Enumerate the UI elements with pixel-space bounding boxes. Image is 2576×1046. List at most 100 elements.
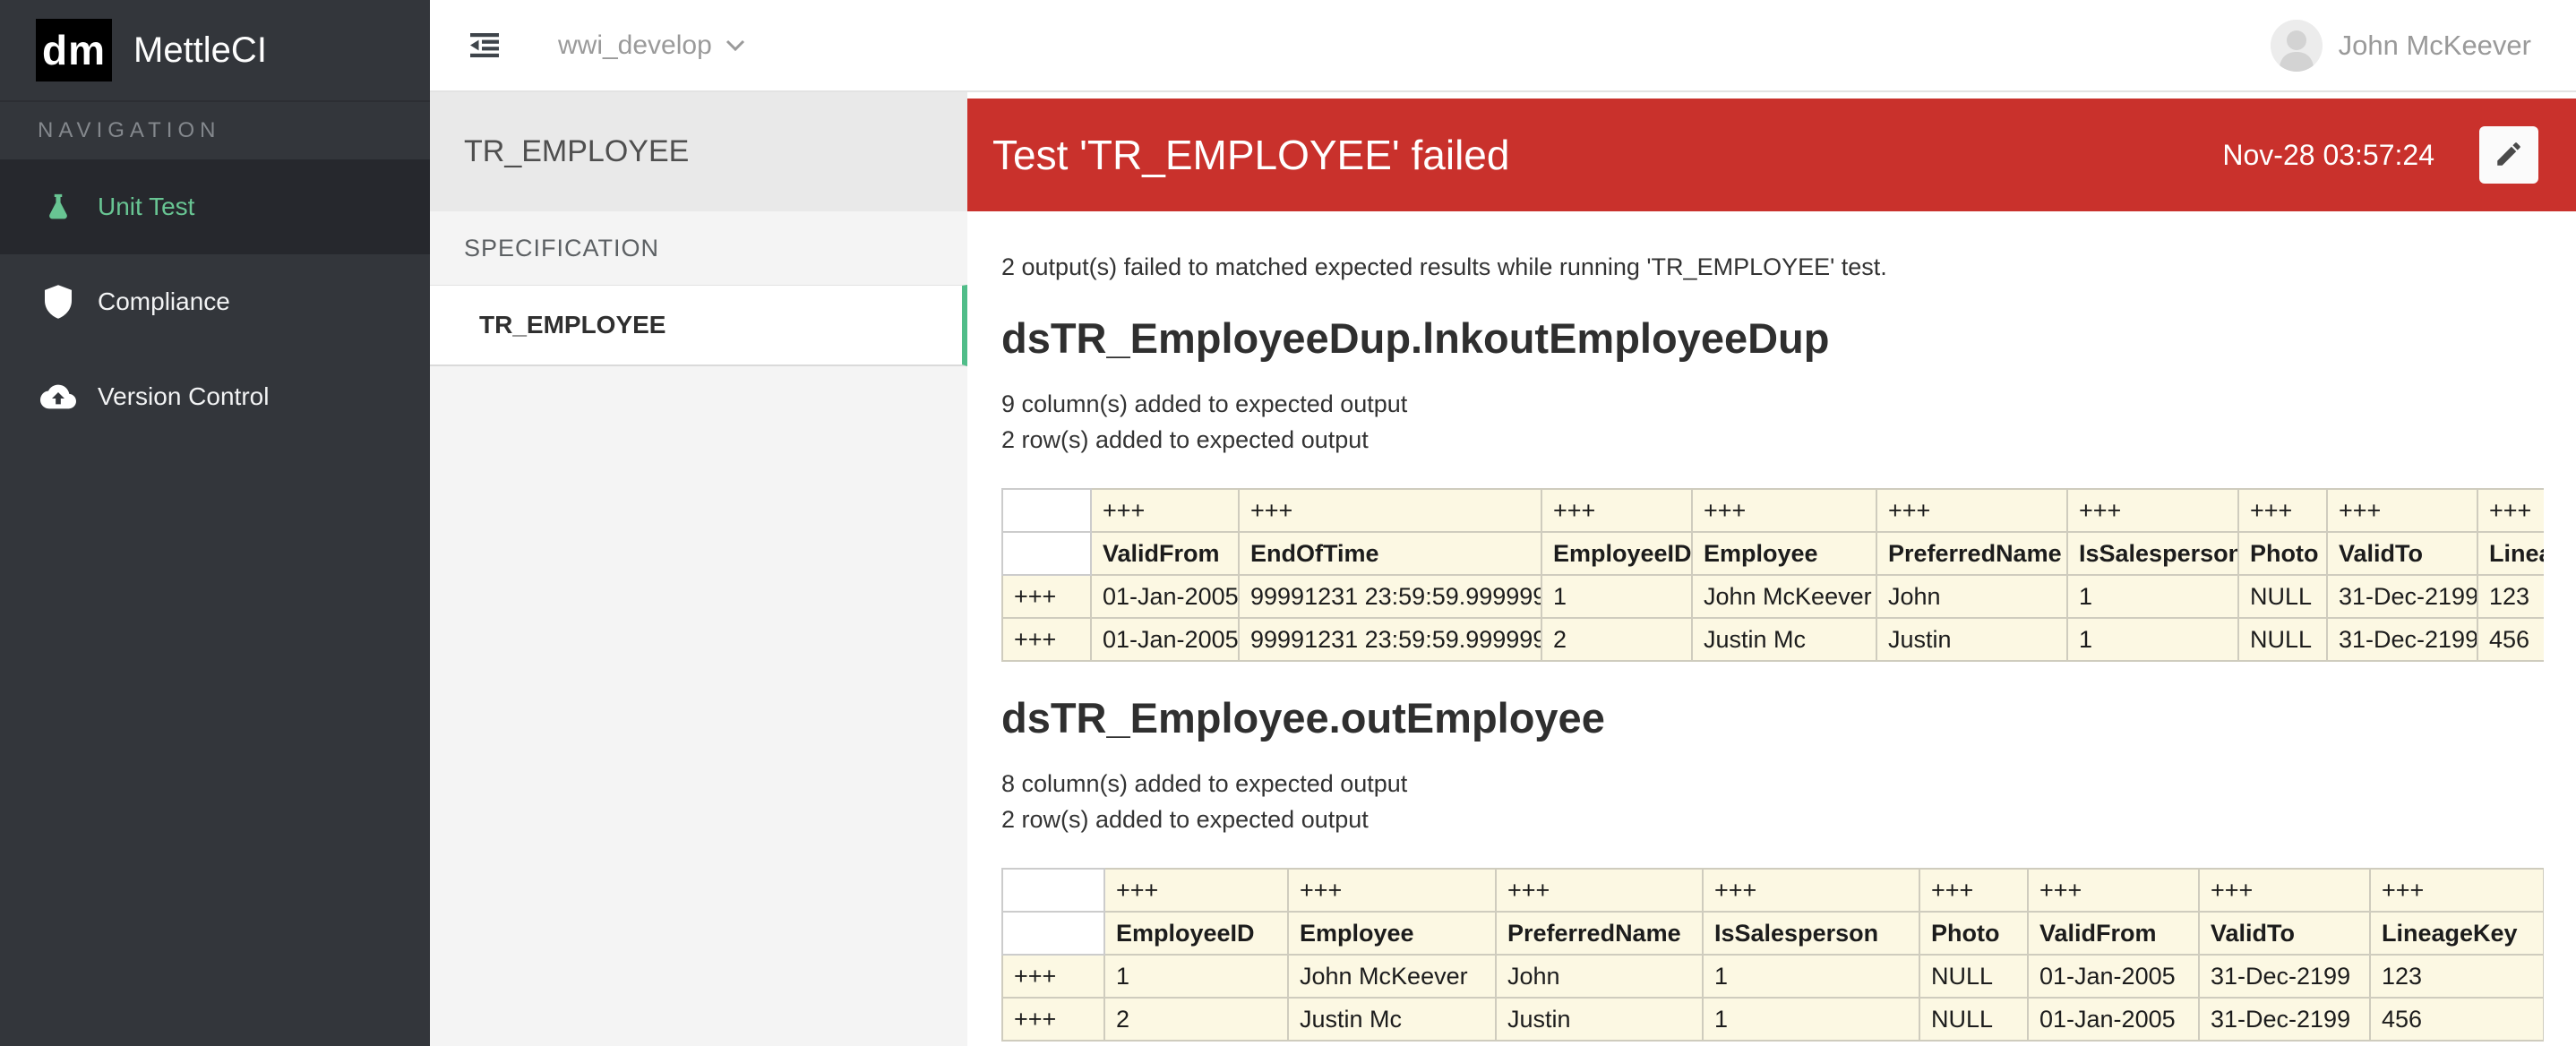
table-cell: 1: [1703, 998, 1919, 1041]
added-column-marker: +++: [1239, 489, 1541, 532]
diff-note: 8 column(s) added to expected output: [1001, 766, 2544, 802]
banner-title: Test 'TR_EMPLOYEE' failed: [992, 131, 2222, 179]
main-content: Test 'TR_EMPLOYEE' failed Nov-28 03:57:2…: [967, 92, 2576, 1046]
table-cell: NULL: [1919, 998, 2028, 1041]
table-corner-cell: [1002, 532, 1091, 575]
table-cell: Justin Mc: [1692, 618, 1876, 661]
table-corner-cell: [1002, 869, 1104, 912]
panel-title: TR_EMPLOYEE: [430, 92, 967, 211]
table-cell: 456: [2370, 998, 2544, 1041]
sidebar: dm MettleCI NAVIGATION Unit Test: [0, 0, 430, 1046]
table-column-header: PreferredName: [1876, 532, 2067, 575]
cloud-upload-icon: [40, 379, 76, 415]
table-cell: 456: [2477, 618, 2544, 661]
spec-item-tr-employee[interactable]: TR_EMPLOYEE: [430, 285, 967, 366]
table-cell: 31-Dec-2199: [2199, 998, 2370, 1041]
table-cell: John McKeever: [1288, 955, 1496, 998]
added-row-marker: +++: [1002, 955, 1104, 998]
topbar: wwi_develop John McKeever: [430, 0, 2576, 92]
sidebar-item-version-control[interactable]: Version Control: [0, 349, 430, 444]
table-cell: 31-Dec-2199: [2327, 575, 2477, 618]
edit-button[interactable]: [2479, 126, 2538, 184]
table-cell: John: [1496, 955, 1703, 998]
table-cell: 1: [1541, 575, 1692, 618]
output-section: dsTR_EmployeeDup.lnkoutEmployeeDup 9 col…: [1001, 314, 2544, 662]
table-cell: NULL: [1919, 955, 2028, 998]
added-column-marker: +++: [2028, 869, 2199, 912]
diff-notes: 8 column(s) added to expected output 2 r…: [1001, 766, 2544, 837]
diff-table: +++++++++++++++++++++++++++ValidFromEndO…: [1001, 488, 2544, 662]
table-cell: 123: [2370, 955, 2544, 998]
table-cell: John: [1876, 575, 2067, 618]
table-cell: 2: [1541, 618, 1692, 661]
table-column-header: PreferredName: [1496, 912, 1703, 955]
added-column-marker: +++: [2370, 869, 2544, 912]
table-cell: NULL: [2238, 575, 2327, 618]
diff-notes: 9 column(s) added to expected output 2 r…: [1001, 386, 2544, 458]
diff-table: ++++++++++++++++++++++++EmployeeIDEmploy…: [1001, 868, 2544, 1042]
diff-table-wrapper: ++++++++++++++++++++++++EmployeeIDEmploy…: [1001, 868, 2544, 1042]
table-cell: NULL: [2238, 618, 2327, 661]
table-cell: 01-Jan-2005: [1091, 618, 1239, 661]
table-column-header: Photo: [1919, 912, 2028, 955]
brand-name: MettleCI: [133, 30, 267, 71]
table-cell: Justin Mc: [1288, 998, 1496, 1041]
table-column-header: ValidFrom: [2028, 912, 2199, 955]
table-column-header: Employee: [1288, 912, 1496, 955]
table-column-header: LineageKey: [2370, 912, 2544, 955]
sidebar-item-label: Compliance: [98, 287, 230, 316]
table-cell: 2: [1104, 998, 1288, 1041]
added-column-marker: +++: [2477, 489, 2544, 532]
added-column-marker: +++: [1104, 869, 1288, 912]
table-cell: 1: [2067, 575, 2238, 618]
added-column-marker: +++: [1876, 489, 2067, 532]
table-cell: Justin: [1496, 998, 1703, 1041]
sidebar-item-unit-test[interactable]: Unit Test: [0, 159, 430, 254]
content-row: TR_EMPLOYEE SPECIFICATION TR_EMPLOYEE Te…: [430, 92, 2576, 1046]
test-report: 2 output(s) failed to matched expected r…: [967, 252, 2576, 1042]
table-cell: 1: [2067, 618, 2238, 661]
added-column-marker: +++: [2327, 489, 2477, 532]
failure-summary: 2 output(s) failed to matched expected r…: [1001, 252, 2544, 282]
table-column-header: EmployeeID: [1541, 532, 1692, 575]
table-column-header: EmployeeID: [1104, 912, 1288, 955]
output-section: dsTR_Employee.outEmployee 8 column(s) ad…: [1001, 694, 2544, 1042]
added-row-marker: +++: [1002, 575, 1091, 618]
table-column-header: Photo: [2238, 532, 2327, 575]
diff-table-wrapper: +++++++++++++++++++++++++++ValidFromEndO…: [1001, 488, 2544, 662]
brand-logo[interactable]: dm: [36, 19, 112, 81]
table-cell: 99991231 23:59:59.9999999: [1239, 575, 1541, 618]
avatar: [2271, 20, 2323, 72]
table-column-header: Employee: [1692, 532, 1876, 575]
added-column-marker: +++: [2238, 489, 2327, 532]
table-corner-cell: [1002, 489, 1091, 532]
user-name: John McKeever: [2339, 30, 2531, 62]
table-corner-cell: [1002, 912, 1104, 955]
table-cell: John McKeever: [1692, 575, 1876, 618]
table-cell: 01-Jan-2005: [2028, 955, 2199, 998]
table-cell: 1: [1104, 955, 1288, 998]
output-heading: dsTR_Employee.outEmployee: [1001, 694, 2544, 742]
project-name: wwi_develop: [558, 30, 712, 61]
flask-icon: [40, 189, 76, 225]
table-column-header: ValidFrom: [1091, 532, 1239, 575]
project-dropdown[interactable]: wwi_develop: [558, 30, 746, 61]
output-heading: dsTR_EmployeeDup.lnkoutEmployeeDup: [1001, 314, 2544, 363]
sidebar-item-compliance[interactable]: Compliance: [0, 254, 430, 349]
panel-section-label: SPECIFICATION: [430, 211, 967, 285]
nav-section-label: NAVIGATION: [0, 102, 430, 159]
shield-icon: [40, 284, 76, 320]
banner-timestamp: Nov-28 03:57:24: [2222, 139, 2434, 172]
table-cell: Justin: [1876, 618, 2067, 661]
table-column-header: IsSalesperson: [1703, 912, 1919, 955]
table-cell: 99991231 23:59:59.9999999: [1239, 618, 1541, 661]
sidebar-item-label: Unit Test: [98, 193, 194, 221]
user-menu[interactable]: John McKeever: [2271, 20, 2531, 72]
chevron-down-icon: [725, 39, 746, 53]
added-column-marker: +++: [1919, 869, 2028, 912]
table-cell: 01-Jan-2005: [2028, 998, 2199, 1041]
collapse-sidebar-icon[interactable]: [470, 33, 499, 57]
table-column-header: ValidTo: [2199, 912, 2370, 955]
added-column-marker: +++: [1692, 489, 1876, 532]
table-cell: 01-Jan-2005: [1091, 575, 1239, 618]
